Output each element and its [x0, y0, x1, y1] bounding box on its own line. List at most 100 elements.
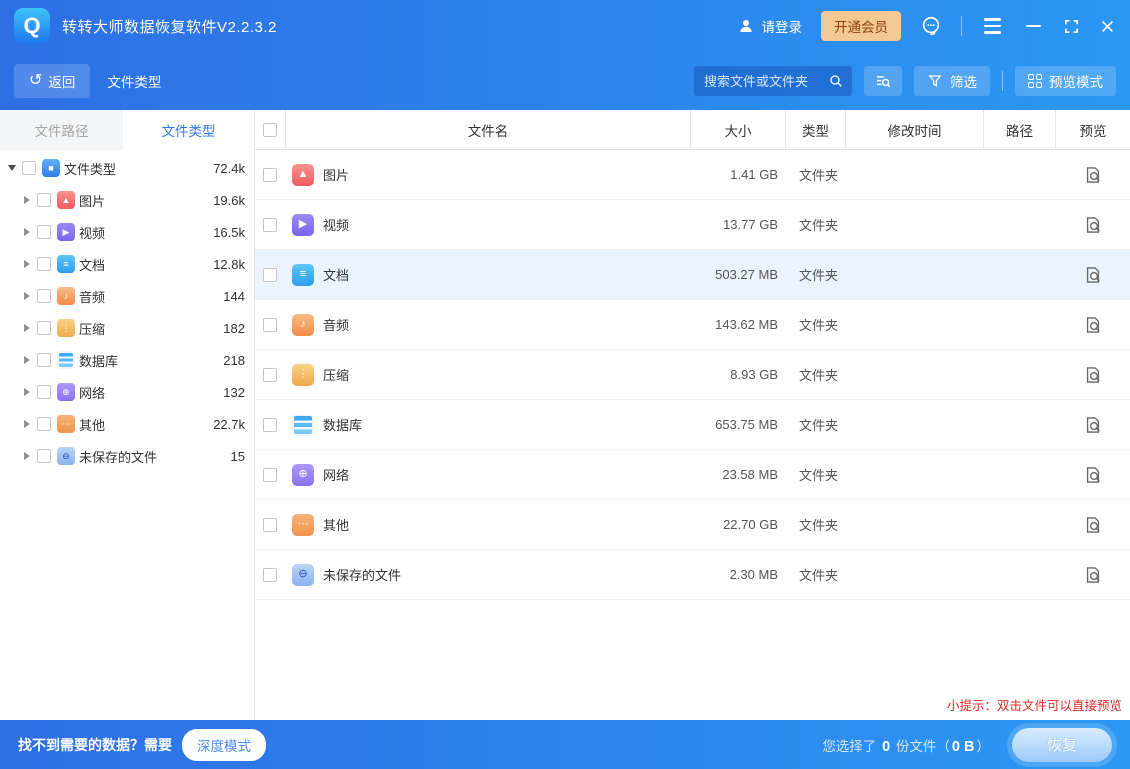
- tree-item-documents[interactable]: ≡ 文档 12.8k: [0, 248, 254, 280]
- tree-label: 音频: [79, 287, 105, 306]
- checkbox[interactable]: [263, 568, 277, 582]
- checkbox[interactable]: [37, 289, 51, 303]
- recover-button[interactable]: 恢复: [1012, 728, 1112, 762]
- file-size: 143.62 MB: [690, 317, 785, 332]
- preview-button[interactable]: [1083, 315, 1103, 335]
- column-header-type[interactable]: 类型: [785, 110, 845, 149]
- selected-size: 0 B: [950, 739, 977, 755]
- filter-button[interactable]: 筛选: [914, 66, 990, 96]
- checkbox[interactable]: [263, 468, 277, 482]
- breadcrumb: 文件类型: [107, 71, 161, 91]
- checkbox[interactable]: [37, 353, 51, 367]
- checkbox[interactable]: [37, 225, 51, 239]
- select-all-checkbox[interactable]: [263, 123, 277, 137]
- maximize-button[interactable]: [1063, 18, 1080, 35]
- expand-icon[interactable]: [20, 420, 34, 428]
- preview-mode-button[interactable]: 预览模式: [1015, 66, 1116, 96]
- collapse-icon[interactable]: [5, 165, 19, 171]
- network-icon: ⊕: [57, 383, 75, 401]
- tree-count: 72.4k: [213, 161, 245, 176]
- app-logo-icon: Q: [14, 8, 50, 44]
- preview-button[interactable]: [1083, 265, 1103, 285]
- preview-button[interactable]: [1083, 415, 1103, 435]
- file-name: 视频: [323, 215, 349, 234]
- table-row-audio[interactable]: ♪ 音频 143.62 MB 文件夹: [255, 300, 1130, 350]
- column-header-modified[interactable]: 修改时间: [845, 110, 983, 149]
- filter-label: 筛选: [950, 71, 977, 91]
- checkbox[interactable]: [22, 161, 36, 175]
- minimize-button[interactable]: [1022, 15, 1044, 37]
- preview-button[interactable]: [1083, 515, 1103, 535]
- table-row-unsaved[interactable]: ⊖ 未保存的文件 2.30 MB 文件夹: [255, 550, 1130, 600]
- titlebar: Q 转转大师数据恢复软件V2.2.3.2 请登录 开通会员: [0, 0, 1130, 52]
- tree-label: 图片: [79, 191, 105, 210]
- expand-icon[interactable]: [20, 196, 34, 204]
- login-button[interactable]: 请登录: [737, 16, 803, 36]
- preview-button[interactable]: [1083, 365, 1103, 385]
- table-row-documents[interactable]: ≡ 文档 503.27 MB 文件夹: [255, 250, 1130, 300]
- checkbox[interactable]: [263, 168, 277, 182]
- checkbox[interactable]: [37, 417, 51, 431]
- file-size: 22.70 GB: [690, 517, 785, 532]
- tree-label: 数据库: [79, 351, 118, 370]
- close-button[interactable]: [1099, 18, 1116, 35]
- expand-icon[interactable]: [20, 292, 34, 300]
- expand-icon[interactable]: [20, 388, 34, 396]
- menu-button[interactable]: [981, 15, 1003, 37]
- preview-button[interactable]: [1083, 465, 1103, 485]
- table-row-images[interactable]: ▲ 图片 1.41 GB 文件夹: [255, 150, 1130, 200]
- file-size: 503.27 MB: [690, 267, 785, 282]
- user-icon: [737, 17, 755, 35]
- expand-icon[interactable]: [20, 452, 34, 460]
- preview-button[interactable]: [1083, 565, 1103, 585]
- checkbox[interactable]: [263, 518, 277, 532]
- list-search-button[interactable]: [864, 66, 902, 96]
- expand-icon[interactable]: [20, 356, 34, 364]
- tab-file-type[interactable]: 文件类型: [123, 110, 254, 150]
- checkbox[interactable]: [37, 385, 51, 399]
- video-icon: ▶: [292, 214, 314, 236]
- table-row-archives[interactable]: ⋮ 压缩 8.93 GB 文件夹: [255, 350, 1130, 400]
- tree-item-root[interactable]: ■ 文件类型 72.4k: [0, 152, 254, 184]
- column-header-size[interactable]: 大小: [690, 110, 785, 149]
- checkbox[interactable]: [263, 418, 277, 432]
- expand-icon[interactable]: [20, 324, 34, 332]
- checkbox[interactable]: [37, 193, 51, 207]
- column-header-preview[interactable]: 预览: [1055, 110, 1130, 149]
- expand-icon[interactable]: [20, 260, 34, 268]
- open-vip-button[interactable]: 开通会员: [821, 11, 901, 41]
- preview-button[interactable]: [1083, 215, 1103, 235]
- tree-item-database[interactable]: 数据库 218: [0, 344, 254, 376]
- checkbox[interactable]: [37, 321, 51, 335]
- search-icon[interactable]: [828, 73, 844, 89]
- document-icon: ≡: [292, 264, 314, 286]
- deep-mode-button[interactable]: 深度模式: [182, 729, 266, 761]
- table-row-database[interactable]: 数据库 653.75 MB 文件夹: [255, 400, 1130, 450]
- column-header-name[interactable]: 文件名: [285, 110, 690, 149]
- file-name: 未保存的文件: [323, 565, 401, 584]
- checkbox[interactable]: [263, 268, 277, 282]
- checkbox[interactable]: [263, 218, 277, 232]
- preview-button[interactable]: [1083, 165, 1103, 185]
- table-row-videos[interactable]: ▶ 视频 13.77 GB 文件夹: [255, 200, 1130, 250]
- tree-item-videos[interactable]: ▶ 视频 16.5k: [0, 216, 254, 248]
- checkbox[interactable]: [37, 449, 51, 463]
- column-header-path[interactable]: 路径: [983, 110, 1055, 149]
- tree-item-archives[interactable]: ⋮ 压缩 182: [0, 312, 254, 344]
- search-input[interactable]: [704, 74, 828, 89]
- tree-item-other[interactable]: ⋯ 其他 22.7k: [0, 408, 254, 440]
- back-button[interactable]: ↺ 返回: [14, 64, 90, 98]
- tree-item-unsaved[interactable]: ⊖ 未保存的文件 15: [0, 440, 254, 472]
- tree-item-images[interactable]: ▲ 图片 19.6k: [0, 184, 254, 216]
- tab-file-path[interactable]: 文件路径: [0, 110, 123, 150]
- checkbox[interactable]: [37, 257, 51, 271]
- checkbox[interactable]: [263, 368, 277, 382]
- expand-icon[interactable]: [20, 228, 34, 236]
- checkbox[interactable]: [263, 318, 277, 332]
- customer-service-icon[interactable]: [920, 15, 942, 37]
- tree-item-network[interactable]: ⊕ 网络 132: [0, 376, 254, 408]
- table-row-other[interactable]: ⋯ 其他 22.70 GB 文件夹: [255, 500, 1130, 550]
- tree-item-audio[interactable]: ♪ 音频 144: [0, 280, 254, 312]
- table-row-network[interactable]: ⊕ 网络 23.58 MB 文件夹: [255, 450, 1130, 500]
- file-size: 1.41 GB: [690, 167, 785, 182]
